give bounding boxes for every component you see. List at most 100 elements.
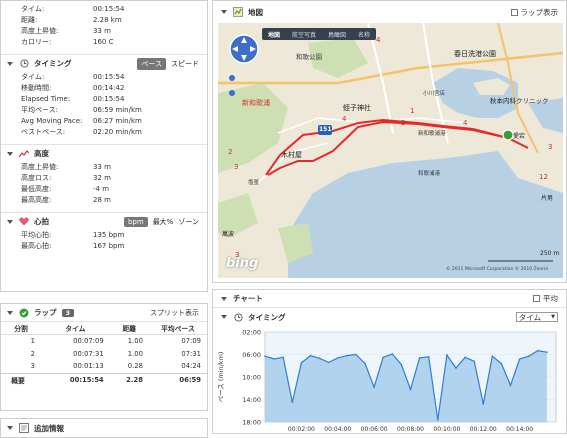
value: 160 C xyxy=(93,38,114,46)
pace-point xyxy=(427,356,430,358)
split-view-link[interactable]: スプリット表示 xyxy=(150,308,199,318)
zone-tab[interactable]: ゾーン xyxy=(178,217,199,227)
pace-point xyxy=(527,355,530,357)
label: 高度上昇値: xyxy=(21,27,59,35)
pace-point xyxy=(546,351,548,353)
collapse-triangle-icon[interactable] xyxy=(7,151,13,156)
y-tick-label: 14:00 xyxy=(242,396,261,404)
timing-row: タイム: 00:15:54 xyxy=(1,72,207,83)
pace-point xyxy=(500,362,503,365)
map-canvas[interactable]: 地図 航空写真 鳥瞰図 名称 和歌公園 新和歌浦 蛭子神社 木村屋 塩釜 小川宮… xyxy=(218,23,563,278)
collapse-triangle-icon[interactable] xyxy=(221,10,227,14)
pace-point xyxy=(273,358,275,360)
label: タイム: xyxy=(21,5,45,13)
chevron-down-icon: ▼ xyxy=(551,314,555,320)
table-row[interactable]: 2 00:07:31 1.00 07:31 xyxy=(1,347,207,360)
cell: 0.28 xyxy=(127,362,143,371)
pace-point xyxy=(355,353,357,356)
elevation-block: 高度上昇値: 33 m 高度ロス: 32 m 最低高度: -4 m 最高高度: 28 m xyxy=(1,162,207,206)
cell: 07:09 xyxy=(181,336,201,345)
pace-point xyxy=(455,367,457,369)
collapse-triangle-icon[interactable] xyxy=(7,426,13,430)
y-tick-label: 10:00 xyxy=(242,374,261,382)
chart-panel: チャート 平均 タイミング タイム ▼ 02:00 06:00 10:00 14:00… xyxy=(212,289,567,434)
column-header: 平均ペース xyxy=(148,322,207,335)
collapse-triangle-icon[interactable] xyxy=(7,310,13,315)
pace-point xyxy=(291,401,294,404)
elevation-section-header[interactable]: 高度 xyxy=(1,144,207,162)
map-tab-road[interactable]: 地図 xyxy=(262,30,286,39)
label: Avg Moving Pace: xyxy=(21,117,83,125)
collapse-triangle-icon[interactable] xyxy=(7,61,13,66)
extra-info-header[interactable]: 追加情報 xyxy=(1,419,207,437)
label: 高度上昇値: xyxy=(21,163,59,171)
chart-section-title: タイミング xyxy=(248,312,286,322)
collapse-triangle-icon[interactable] xyxy=(221,296,227,301)
pace-point xyxy=(300,362,303,364)
pace-point xyxy=(318,357,321,360)
cell: 1 xyxy=(30,336,35,345)
map-number: 2 xyxy=(401,119,406,127)
summary-row: タイム: 00:15:54 xyxy=(1,4,207,15)
speed-tab[interactable]: スピード xyxy=(171,59,199,69)
average-checkbox[interactable] xyxy=(533,295,540,302)
label: ベストペース: xyxy=(21,128,66,136)
laps-header-row: 分割 タイム 距離 平均ペース xyxy=(1,322,207,335)
clock-icon xyxy=(233,312,243,322)
laps-table: 分割 タイム 距離 平均ペース 1 00:07:09 1.00 07:09 2 … xyxy=(1,322,207,386)
timing-row: 移動時間: 00:14:42 xyxy=(1,83,207,94)
map-title: 地図 xyxy=(248,7,263,17)
timing-row: 平均ペース: 06:59 min/km xyxy=(1,105,207,116)
x-tick-label: 00:10:00 xyxy=(433,426,460,433)
extra-info-panel: 追加情報 xyxy=(0,418,208,438)
summary-row: 高度上昇値: 33 m xyxy=(1,26,207,37)
map-scale: 250 m xyxy=(540,250,560,257)
cell: 1.00 xyxy=(127,336,143,345)
pace-point xyxy=(400,363,403,366)
x-axis-select[interactable]: タイム ▼ xyxy=(515,312,558,322)
bpm-tab[interactable]: bpm xyxy=(123,216,148,227)
map-tab-names[interactable]: 名称 xyxy=(352,30,376,39)
average-toggle[interactable]: 平均 xyxy=(533,293,558,304)
cell: 04:24 xyxy=(181,362,201,371)
collapse-triangle-icon[interactable] xyxy=(7,219,13,224)
x-tick-label: 00:02:00 xyxy=(288,426,315,433)
heart-row: 最高心拍: 167 bpm xyxy=(1,241,207,252)
lap-display-toggle[interactable]: ラップ表示 xyxy=(510,7,558,18)
map-tab-birdseye[interactable]: 鳥瞰図 xyxy=(322,30,352,39)
heart-title: 心拍 xyxy=(34,217,49,226)
max-percent-tab[interactable]: 最大% xyxy=(153,217,174,227)
summary-row: 距離: 2.28 km xyxy=(1,15,207,26)
map-number: 12 xyxy=(539,173,548,181)
map-tab-aerial[interactable]: 航空写真 xyxy=(286,30,322,39)
heart-block: 平均心拍: 135 bpm 最高心拍: 167 bpm xyxy=(1,230,207,252)
pace-point xyxy=(327,361,330,364)
heart-row: 平均心拍: 135 bpm xyxy=(1,230,207,241)
pace-tab[interactable]: ペース xyxy=(137,57,166,70)
value: 06:59 min/km xyxy=(93,106,142,114)
summary-row: カロリー: 160 C xyxy=(1,37,207,48)
table-row[interactable]: 1 00:07:09 1.00 07:09 xyxy=(1,334,207,347)
collapse-triangle-icon[interactable] xyxy=(221,315,227,319)
x-tick-label: 00:08:00 xyxy=(397,426,424,433)
cell: 概要 xyxy=(11,376,25,385)
pace-point xyxy=(473,360,476,363)
value: 00:15:54 xyxy=(93,5,125,13)
heart-section-header[interactable]: 心拍 bpm 最大% ゾーン xyxy=(1,212,207,230)
chart-header: チャート 平均 xyxy=(213,290,566,308)
map-type-tabs: 地図 航空写真 鳥瞰図 名称 xyxy=(262,28,377,40)
map-label: 春日洗港公園 xyxy=(454,50,496,58)
cell: 07:31 xyxy=(181,349,201,358)
map-icon xyxy=(233,7,243,17)
map-number: 4 xyxy=(376,36,381,44)
value: 2.28 km xyxy=(93,16,122,24)
lap-display-checkbox[interactable] xyxy=(510,8,518,16)
cell: 2.28 xyxy=(126,375,143,384)
info-icon xyxy=(19,423,29,433)
pace-point xyxy=(518,358,521,360)
table-row[interactable]: 3 00:01:13 0.28 04:24 xyxy=(1,360,207,373)
bay-area xyxy=(433,68,518,118)
start-marker xyxy=(502,129,514,141)
timing-section-header[interactable]: タイミング ペース スピード xyxy=(1,54,207,72)
map-label: 塩釜 xyxy=(248,180,260,186)
